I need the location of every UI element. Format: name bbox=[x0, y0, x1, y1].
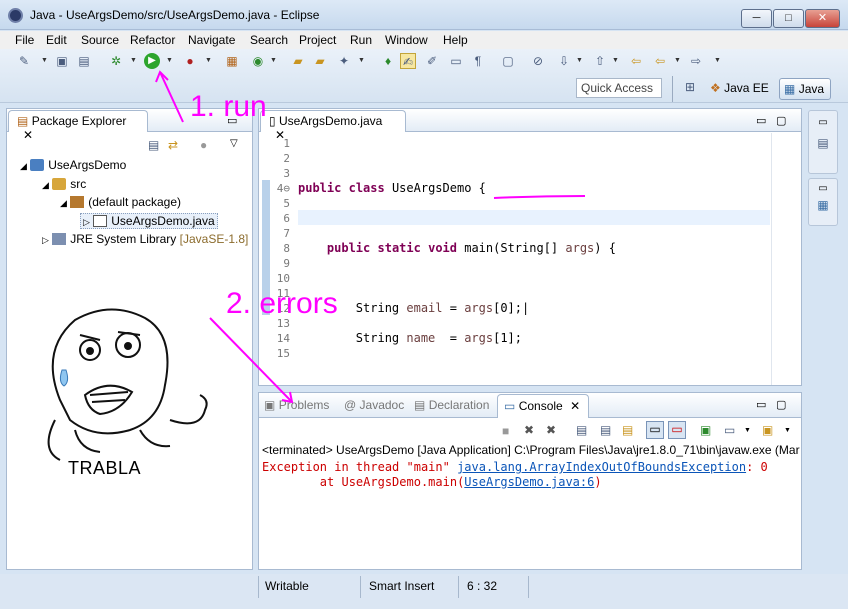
rage-face-meme bbox=[47, 308, 208, 461]
run-arrow bbox=[159, 71, 184, 123]
meme-caption: TRABLA bbox=[68, 458, 142, 478]
annotation-overlay bbox=[47, 70, 586, 461]
tear-icon bbox=[59, 369, 69, 387]
annotation-errors: 2. errors bbox=[226, 287, 338, 320]
args-underline bbox=[493, 195, 586, 199]
errors-arrow bbox=[209, 317, 293, 403]
annotation-run: 1. run bbox=[190, 90, 267, 123]
